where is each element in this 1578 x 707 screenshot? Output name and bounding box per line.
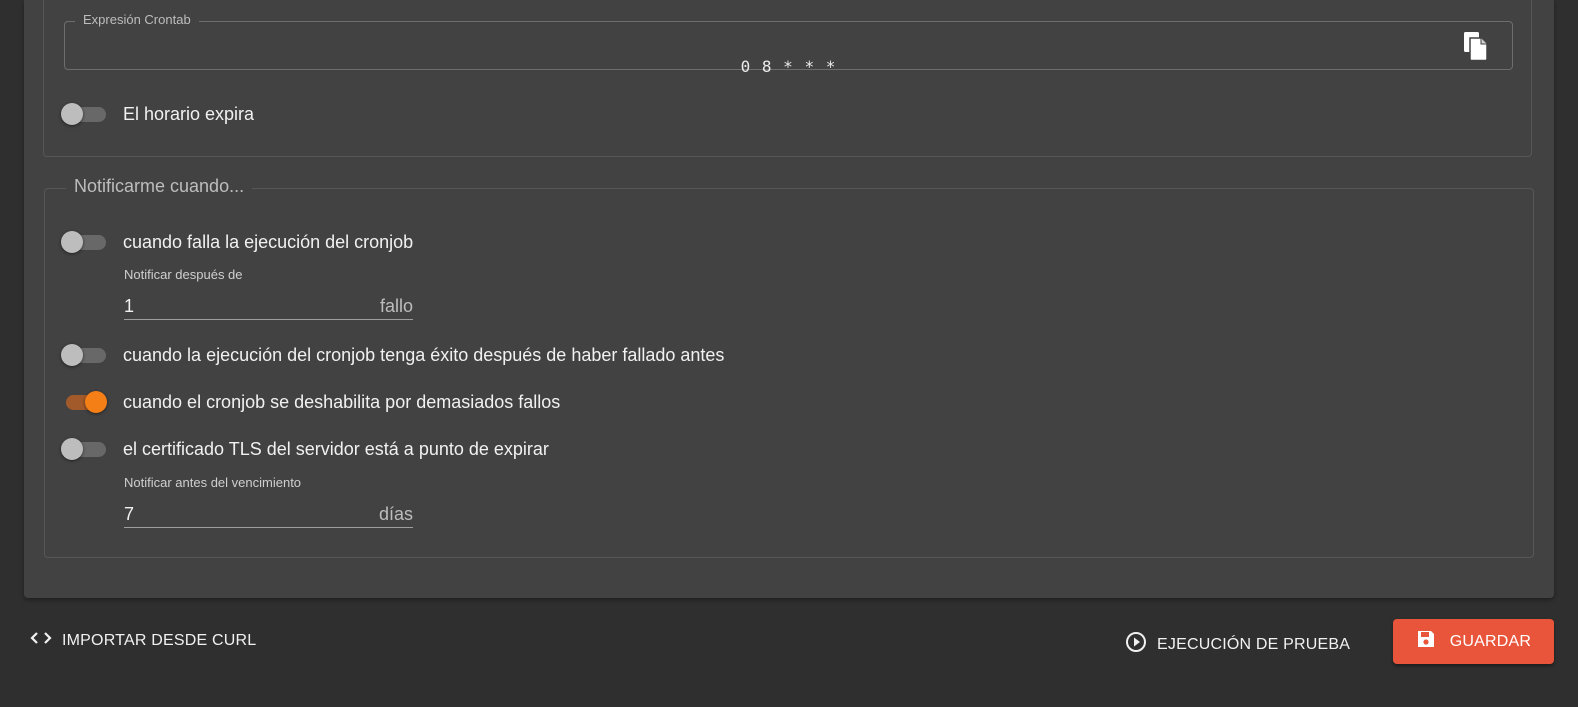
crontab-value: 0 8 * * * [740,57,837,76]
crontab-field[interactable]: 0 8 * * * [64,21,1513,76]
crontab-label: Expresión Crontab [75,12,199,27]
expires-toggle[interactable] [61,102,109,126]
save-button[interactable]: GUARDAR [1393,619,1554,664]
test-run-button[interactable]: EJECUCIÓN DE PRUEBA [1125,631,1350,658]
import-curl-label: IMPORTAR DESDE CURL [62,631,257,649]
notify-success-toggle[interactable] [61,343,109,367]
notify-after-unit: fallo [379,296,413,316]
code-icon [30,631,52,650]
notify-tls-label: el certificado TLS del servidor está a p… [123,439,549,459]
test-run-label: EJECUCIÓN DE PRUEBA [1157,635,1351,653]
notify-success-label: cuando la ejecución del cronjob tenga éx… [123,345,725,365]
import-curl-button[interactable]: IMPORTAR DESDE CURL [30,631,256,650]
notify-failure-label: cuando falla la ejecución del cronjob [123,232,414,252]
notify-tls-toggle[interactable] [61,437,109,461]
notify-after-label: Notificar después de [124,267,243,282]
expires-label: El horario expira [123,104,255,124]
notify-failure-toggle[interactable] [61,230,109,254]
tls-before-unit: días [378,504,413,524]
copy-icon[interactable] [1463,31,1489,62]
tls-before-value: 7 [124,504,135,524]
tls-before-input[interactable]: 7 días [124,504,413,528]
notify-disabled-label: cuando el cronjob se deshabilita por dem… [123,392,561,412]
notify-after-input[interactable]: 1 fallo [124,296,413,320]
floppy-disk-icon [1416,629,1436,654]
notify-disabled-toggle[interactable] [61,390,109,414]
notify-after-value: 1 [124,296,135,316]
play-circle-icon [1125,631,1147,658]
tls-before-label: Notificar antes del vencimiento [124,475,302,490]
notify-legend: Notificarme cuando... [66,176,253,197]
save-label: GUARDAR [1449,632,1532,650]
